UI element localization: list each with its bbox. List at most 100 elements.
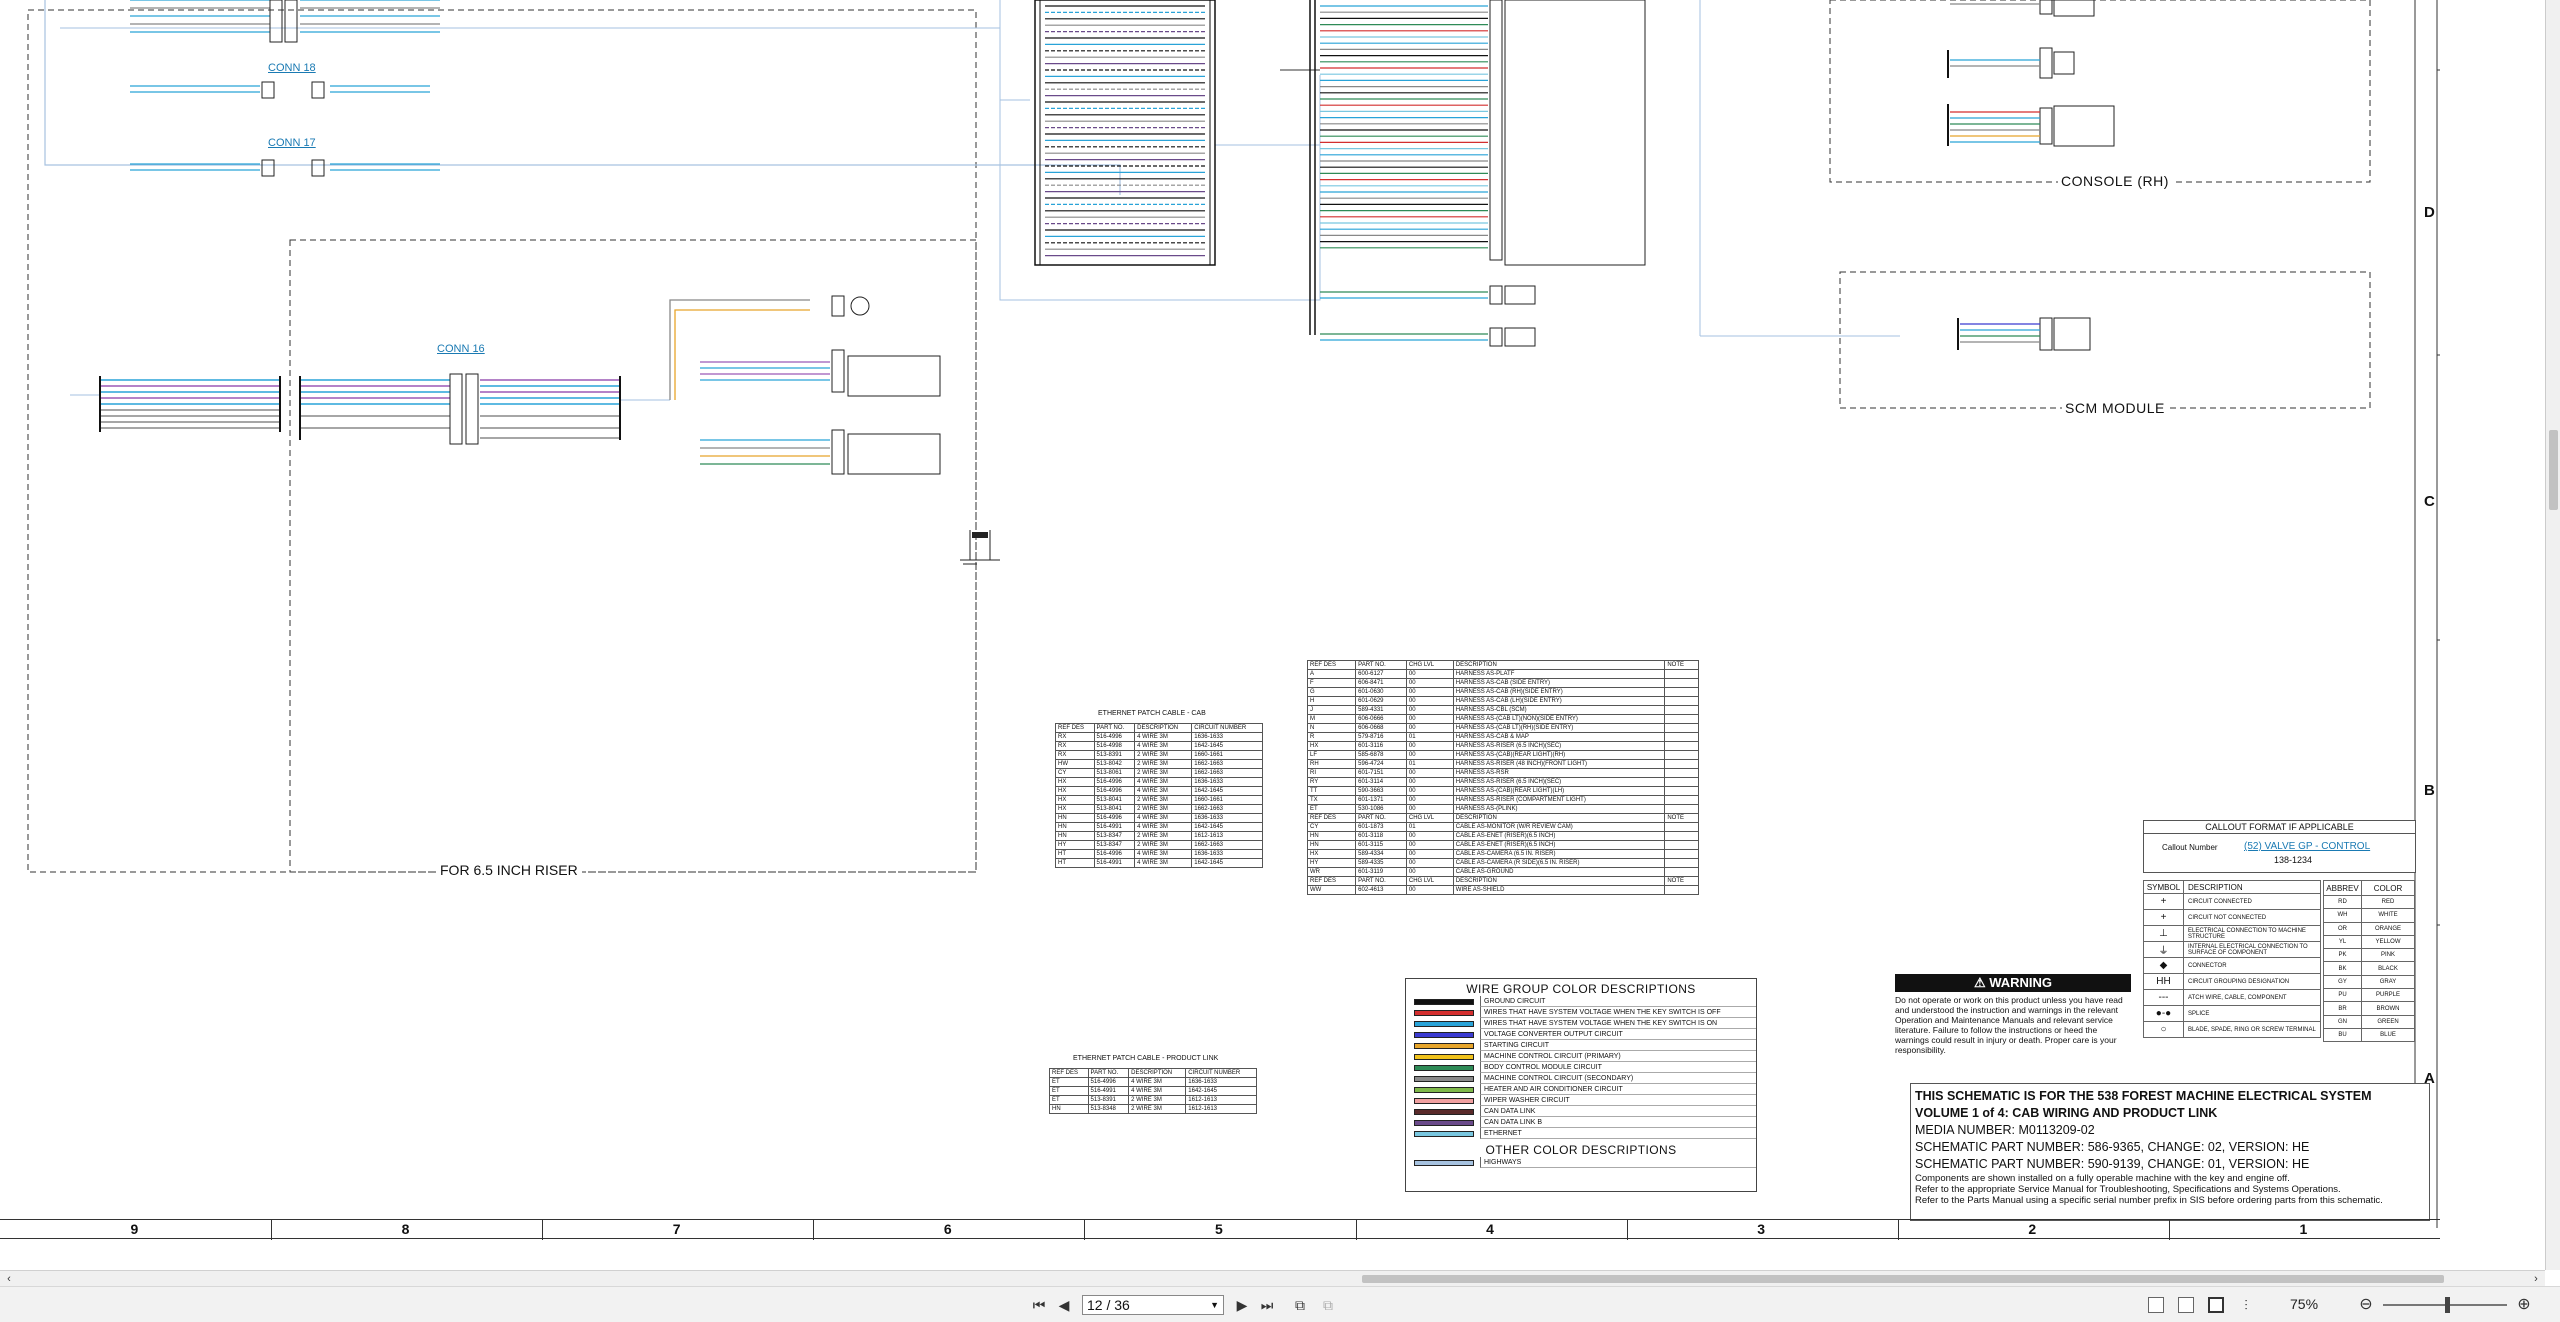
patch-cab-row: HW 513-8042 2 WIRE 3M 1662-1663 [1055,759,1263,769]
harness-header-row: REF DES PART NO. CHG LVL DESCRIPTION NOTE [1306,813,1699,823]
wire-color-swatch [1414,1119,1474,1126]
wire-color-label: VOLTAGE CONVERTER OUTPUT CIRCUIT [1480,1029,1756,1040]
patch-cab-cell: 2 WIRE 3M [1134,750,1193,760]
harness-cell: 01 [1405,759,1454,769]
patch-cab-cell: 516-4998 [1093,741,1136,751]
warning-box: ⚠ WARNING Do not operate or work on this… [1895,974,2131,1064]
single-page-layout-icon[interactable] [2148,1297,2164,1313]
wire-color-swatch [1414,1086,1474,1093]
vertical-scrollbar[interactable] [2545,0,2560,1270]
grid-letter-b: B [2424,782,2435,799]
prev-page-icon[interactable]: ◀ [1055,1296,1073,1314]
harness-cell: 601-3118 [1355,831,1407,841]
harness-row: LF 585-6878 00 HARNESS AS-(CAB)(REAR LIGHT)… [1306,750,1699,760]
patch-cab-cell: 1662-1663 [1191,840,1263,850]
harness-cell: 00 [1405,723,1454,733]
horizontal-scroll-thumb[interactable] [1362,1275,2444,1283]
patch-plink-header-cell: DESCRIPTION [1128,1068,1187,1078]
continuous-layout-icon[interactable] [2178,1297,2194,1313]
grid-number: 7 [672,1221,681,1237]
harness-row: WW 602-4613 00 WIRE AS-SHIELD [1306,885,1699,895]
next-page-icon[interactable]: ▶ [1233,1296,1251,1314]
zoom-in-icon[interactable]: ⊕ [2513,1296,2535,1314]
patch-cab-cell: 1636-1633 [1191,732,1263,742]
harness-header-cell: CHG LVL [1405,876,1454,886]
patch-cab-cell: 2 WIRE 3M [1134,759,1193,769]
patch-cab-cell: RX [1055,750,1095,760]
harness-cell [1664,777,1699,787]
schematic-line7: Refer to the appropriate Service Manual … [1915,1184,2341,1195]
wire-color-row: STARTING CIRCUIT [1406,1040,1756,1051]
zoom-level[interactable]: 75% [2290,1296,2318,1312]
wire-color-row: ETHERNET [1406,1128,1756,1139]
wire-color-swatch [1414,1042,1474,1049]
abbrev-color: WHITE [2378,912,2398,919]
harness-cell: 601-3116 [1355,741,1407,751]
harness-cell: 601-0630 [1355,687,1407,697]
harness-cell: M [1306,714,1357,724]
harness-cell: 601-1371 [1355,795,1407,805]
harness-cell: HN [1306,840,1357,850]
zoom-slider-knob[interactable] [2445,1297,2450,1313]
continuous-facing-icon[interactable]: ⫶ [2236,1296,2256,1314]
first-page-icon[interactable]: ⏮ [1030,1296,1048,1314]
zoom-out-icon[interactable]: ⊖ [2355,1296,2377,1314]
next-view-icon[interactable]: ⧉ [1318,1296,1338,1314]
harness-cell [1664,822,1699,832]
warning-text: Do not operate or work on this product u… [1895,995,2123,1055]
symbol-row: ⏚ INTERNAL ELECTRICAL CONNECTION TO SURFA… [2143,942,2321,958]
harness-cell: 00 [1405,705,1454,715]
grid-number: 8 [401,1221,410,1237]
patch-cab-row: HN 516-4996 4 WIRE 3M 1636-1633 [1055,813,1263,823]
harness-cell: 00 [1405,714,1454,724]
wire-color-swatch [1414,1031,1474,1038]
conn17-label[interactable]: CONN 17 [268,137,316,149]
harness-cell [1664,705,1699,715]
abbrev-color: PINK [2380,952,2395,959]
harness-cell [1664,768,1699,778]
harness-cell: 00 [1405,768,1454,778]
harness-cell: H [1306,696,1357,706]
schematic-line2: VOLUME 1 of 4: CAB WIRING AND PRODUCT LI… [1915,1106,2218,1120]
patch-plink-cell: 4 WIRE 3M [1128,1086,1187,1096]
conn18-label[interactable]: CONN 18 [268,62,316,74]
harness-cell: F [1306,678,1357,688]
document-viewport[interactable]: CONN 18 CONN 17 CONN 16 CONSOLE (RH) SCM… [0,0,2545,1270]
harness-cell [1664,759,1699,769]
scroll-right-icon[interactable]: › [2529,1271,2543,1287]
grid-number: 1 [2299,1221,2308,1237]
harness-cell [1664,669,1699,679]
patch-cab-cell: RX [1055,741,1095,751]
page-number-field[interactable]: 12 / 36 ▼ [1082,1295,1224,1315]
vertical-scroll-thumb[interactable] [2549,430,2558,510]
patch-cab-row: HX 513-8041 2 WIRE 3M 1662-1663 [1055,804,1263,814]
patch-cab-cell: 1660-1661 [1191,750,1263,760]
abbrev-row: GN GREEN [2323,1015,2415,1029]
symbol-glyph-icon: ◆ [2144,958,2184,973]
harness-cell: HARNESS AS-CAB (LH)(SIDE ENTRY) [1452,696,1666,706]
horizontal-scrollbar[interactable]: ‹ › [0,1270,2545,1286]
grid-divider [1626,1220,1628,1240]
harness-header-cell: REF DES [1306,876,1357,886]
scroll-left-icon[interactable]: ‹ [2,1271,16,1287]
symbol-header: SYMBOL [2144,881,2184,893]
last-page-icon[interactable]: ⏭ [1258,1296,1276,1314]
wire-color-label: STARTING CIRCUIT [1480,1040,1756,1051]
grid-divider [2168,1220,2170,1240]
conn16-label[interactable]: CONN 16 [437,343,485,355]
zoom-slider[interactable] [2383,1297,2507,1313]
harness-row: HX 601-3116 00 HARNESS AS-RISER (6.5 INCH)(… [1306,741,1699,751]
patch-plink-cell: 4 WIRE 3M [1128,1077,1187,1087]
facing-layout-icon[interactable] [2208,1297,2224,1313]
harness-row: M 606-0666 00 HARNESS AS-(CAB LT)(NON)(SIDE… [1306,714,1699,724]
harness-cell: 00 [1405,840,1454,850]
previous-view-icon[interactable]: ⧉ [1290,1296,1310,1314]
patch-plink-header-cell: CIRCUIT NUMBER [1185,1068,1257,1078]
harness-cell: CABLE AS-CAMERA (6.5 IN. RISER) [1452,849,1666,859]
abbrev-table: ABBREV COLOR RD RED WH WHITE OR ORANGE YL YELLOW P… [2323,880,2415,1043]
grid-number: 3 [1757,1221,1766,1237]
harness-header-cell: REF DES [1306,813,1357,823]
symbol-row: ●-● SPLICE [2143,1006,2321,1022]
chevron-down-icon[interactable]: ▼ [1210,1296,1219,1314]
harness-header-cell: REF DES [1306,660,1357,670]
